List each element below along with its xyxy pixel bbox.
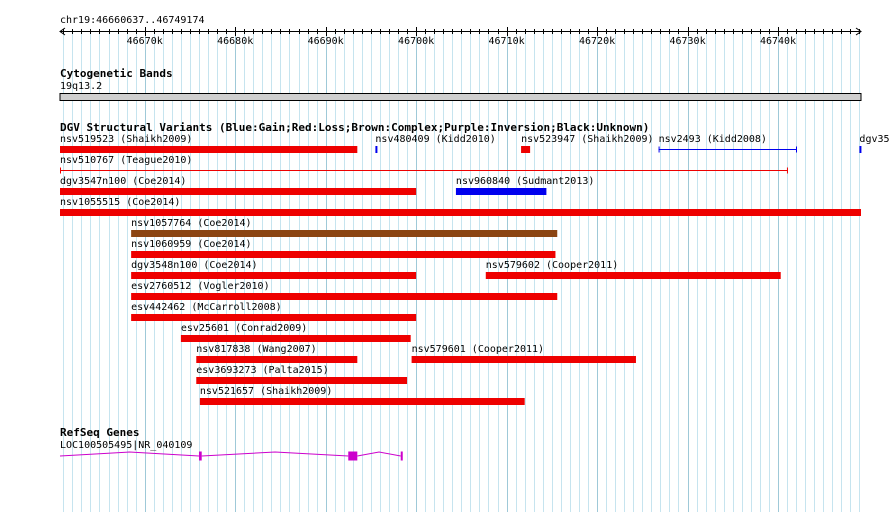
variant-bar[interactable]: [60, 146, 358, 153]
variant-feature[interactable]: nsv817838 (Wang2007): [196, 344, 358, 363]
variant-bar[interactable]: [131, 230, 558, 237]
variant-bar[interactable]: [60, 188, 417, 195]
variant-bar[interactable]: [455, 188, 547, 195]
variant-label[interactable]: dgv3547n100 (Coe2014): [60, 176, 186, 187]
variant-label[interactable]: nsv1060959 (Coe2014): [131, 239, 251, 250]
variant-feature[interactable]: nsv521657 (Shaikh2009): [199, 386, 525, 405]
variant-label[interactable]: nsv1055515 (Coe2014): [60, 197, 180, 208]
variant-label[interactable]: nsv579601 (Cooper2011): [412, 344, 544, 355]
variant-feature[interactable]: nsv519523 (Shaikh2009): [60, 134, 358, 153]
variant-bar[interactable]: [411, 356, 636, 363]
variant-label[interactable]: nsv960840 (Sudmant2013): [456, 176, 594, 187]
variant-label[interactable]: nsv480409 (Kidd2010): [375, 134, 495, 145]
variant-bar[interactable]: [131, 293, 558, 300]
variant-feature[interactable]: esv442462 (McCarroll2008): [131, 302, 417, 321]
variant-label[interactable]: nsv1057764 (Coe2014): [131, 218, 251, 229]
variant-feature[interactable]: nsv960840 (Sudmant2013): [455, 176, 594, 195]
cytoband-bar[interactable]: [59, 93, 862, 101]
variant-feature[interactable]: dgv35: [859, 134, 890, 153]
variant-bar[interactable]: [180, 335, 411, 342]
gene-exon[interactable]: [198, 451, 202, 461]
variant-label[interactable]: nsv519523 (Shaikh2009): [60, 134, 192, 145]
variant-feature[interactable]: esv2760512 (Vogler2010): [131, 281, 558, 300]
variant-bar[interactable]: [375, 146, 378, 153]
variant-bar[interactable]: [196, 377, 408, 384]
variant-feature[interactable]: nsv1057764 (Coe2014): [131, 218, 558, 237]
variant-feature[interactable]: nsv1055515 (Coe2014): [60, 197, 861, 216]
gene-exon[interactable]: [400, 451, 403, 461]
variant-bar[interactable]: [131, 314, 417, 321]
gene-intron: [201, 451, 349, 457]
variant-feature[interactable]: dgv3547n100 (Coe2014): [60, 176, 417, 195]
variant-bar[interactable]: [131, 251, 556, 258]
variant-label[interactable]: dgv3548n100 (Coe2014): [131, 260, 257, 271]
variant-bar[interactable]: [859, 146, 862, 153]
variant-feature[interactable]: nsv2493 (Kidd2008): [658, 134, 798, 153]
variant-label[interactable]: dgv35: [859, 134, 889, 145]
variant-bar[interactable]: [131, 272, 417, 279]
genome-browser-viewer[interactable]: 46670k 46680k 46690k 46700k 46710k 46720k 4673…: [0, 0, 890, 512]
variant-bar[interactable]: [60, 209, 861, 216]
variant-label[interactable]: nsv523947 (Shaikh2009): [521, 134, 653, 145]
variant-label[interactable]: nsv817838 (Wang2007): [196, 344, 316, 355]
variant-feature[interactable]: nsv480409 (Kidd2010): [375, 134, 496, 153]
variant-feature[interactable]: nsv579602 (Cooper2011): [485, 260, 781, 279]
variant-bar[interactable]: [199, 398, 525, 405]
variant-label[interactable]: esv442462 (McCarroll2008): [131, 302, 282, 313]
variant-feature[interactable]: dgv3548n100 (Coe2014): [131, 260, 417, 279]
variant-feature[interactable]: nsv510767 (Teague2010): [60, 155, 788, 174]
gene-model[interactable]: [59, 451, 403, 461]
variant-label[interactable]: nsv579602 (Cooper2011): [486, 260, 618, 271]
gene-intron: [357, 451, 401, 457]
variant-label[interactable]: nsv521657 (Shaikh2009): [200, 386, 332, 397]
variant-feature[interactable]: esv3693273 (Palta2015): [196, 365, 408, 384]
feature-tracks[interactable]: nsv519523 (Shaikh2009) nsv480409 (Kidd201…: [0, 0, 890, 512]
gene-intron: [59, 451, 200, 457]
variant-label[interactable]: nsv510767 (Teague2010): [60, 155, 192, 166]
variant-label[interactable]: esv2760512 (Vogler2010): [131, 281, 269, 292]
variant-bar[interactable]: [485, 272, 781, 279]
variant-bar[interactable]: [521, 146, 531, 153]
variant-label[interactable]: esv3693273 (Palta2015): [196, 365, 328, 376]
variant-feature[interactable]: nsv579601 (Cooper2011): [411, 344, 636, 363]
variant-label[interactable]: esv25601 (Conrad2009): [181, 323, 307, 334]
variant-bar[interactable]: [196, 356, 358, 363]
variant-feature[interactable]: nsv523947 (Shaikh2009): [521, 134, 654, 153]
variant-label[interactable]: nsv2493 (Kidd2008): [659, 134, 767, 145]
gene-exon[interactable]: [348, 451, 358, 461]
variant-feature[interactable]: esv25601 (Conrad2009): [180, 323, 411, 342]
variant-feature[interactable]: nsv1060959 (Coe2014): [131, 239, 556, 258]
